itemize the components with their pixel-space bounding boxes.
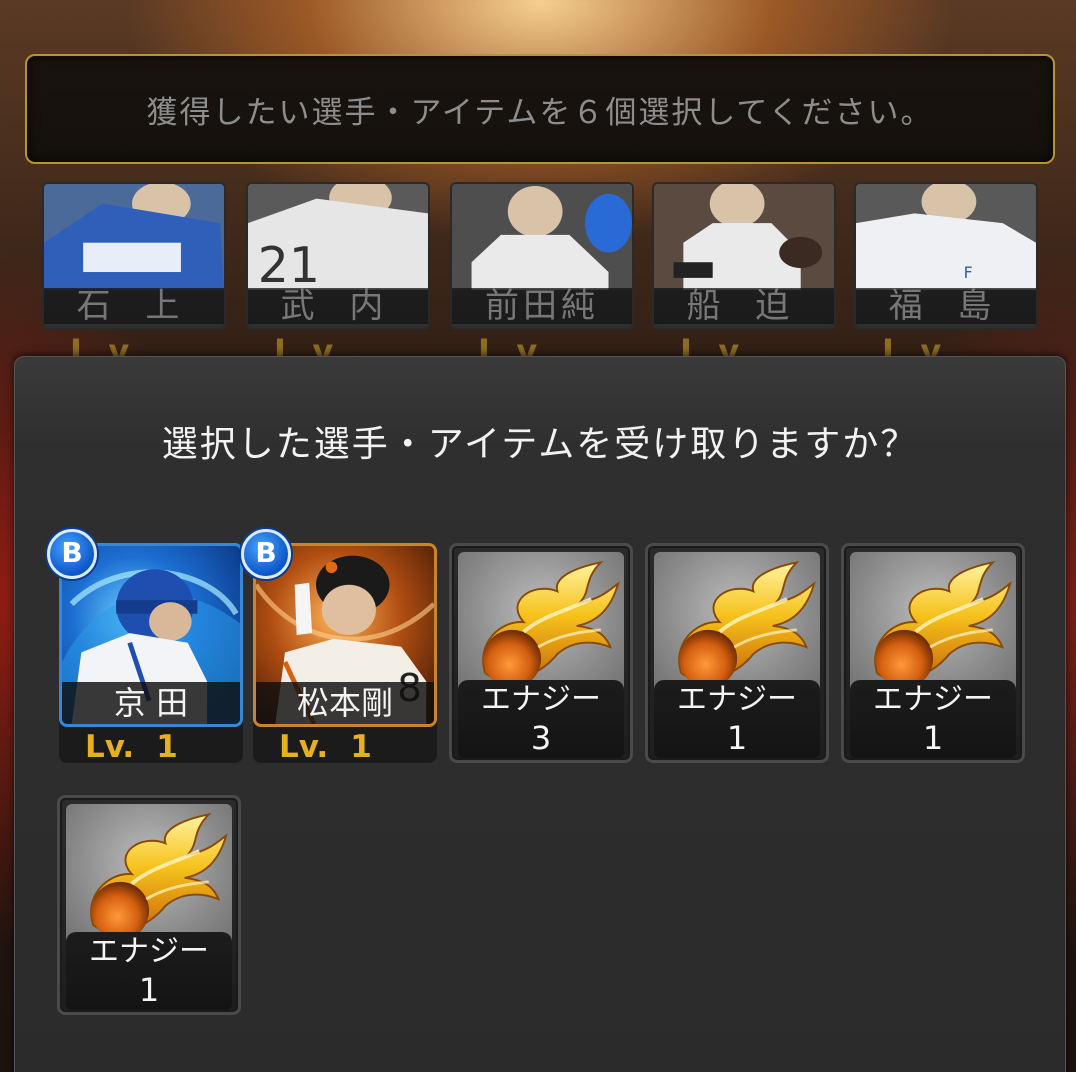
item-quantity: 1 <box>726 719 748 757</box>
item-label: エナジー <box>481 682 601 717</box>
energy-flame-icon <box>873 560 1012 690</box>
selected-energy-item[interactable]: エナジー 1 <box>57 795 241 1015</box>
player-level: Lv. 1 <box>85 729 178 765</box>
player-name: 松本剛 <box>256 682 434 724</box>
player-photo <box>452 184 632 290</box>
item-label: エナジー <box>677 682 797 717</box>
player-name: 前田純 <box>452 288 632 324</box>
selected-player-card[interactable]: 8 松本剛 B Lv.1 <box>241 529 437 765</box>
background-player-row: 石 上 21 武 内 前田純 船 迫 F 福 島 Lv. Lv. Lv. Lv.… <box>0 182 1076 408</box>
confirm-dialog: 選択した選手・アイテムを受け取りますか？ 京 田 B Lv. 1 松本剛 B L… <box>14 356 1066 1072</box>
player-photo: F <box>856 184 1036 290</box>
dialog-title: 選択した選手・アイテムを受け取りますか？ <box>161 424 919 465</box>
player-name: 石 上 <box>44 288 224 324</box>
background-player-card[interactable]: 船 迫 <box>652 182 836 330</box>
background-player-card[interactable]: 前田純 <box>450 182 634 330</box>
selected-energy-item[interactable]: エナジー 1 <box>841 543 1025 763</box>
energy-flame-icon <box>481 560 620 690</box>
player-photo: 21 <box>248 184 428 290</box>
energy-flame-icon <box>677 560 816 690</box>
item-quantity: 1 <box>922 719 944 757</box>
instruction-banner: 獲得したい選手・アイテムを６個選択してください。 <box>25 54 1055 164</box>
svg-text:21: 21 <box>258 237 320 290</box>
rank-badge: B <box>241 529 291 579</box>
selected-energy-item[interactable]: エナジー 1 <box>645 543 829 763</box>
player-name: 京 田 <box>62 682 240 724</box>
instruction-text: 獲得したい選手・アイテムを６個選択してください。 <box>146 94 934 131</box>
item-quantity: 3 <box>530 719 552 757</box>
player-name: 武 内 <box>248 288 428 324</box>
item-quantity: 1 <box>138 971 160 1009</box>
item-label: エナジー <box>873 682 993 717</box>
selected-player-card[interactable]: 京 田 B Lv. 1 <box>47 529 243 765</box>
background-player-card[interactable]: 21 武 内 <box>246 182 430 330</box>
rank-badge: B <box>47 529 97 579</box>
selected-energy-item[interactable]: エナジー 3 <box>449 543 633 763</box>
background-player-card[interactable]: F 福 島 <box>854 182 1038 330</box>
player-level: Lv. 1 <box>279 729 372 765</box>
svg-text:F: F <box>964 263 973 282</box>
player-name: 福 島 <box>856 288 1036 324</box>
energy-flame-icon <box>89 812 228 942</box>
player-photo <box>44 184 224 290</box>
item-label: エナジー <box>89 934 209 969</box>
background-player-card[interactable]: 石 上 <box>42 182 226 330</box>
player-photo <box>654 184 834 290</box>
player-name: 船 迫 <box>654 288 834 324</box>
